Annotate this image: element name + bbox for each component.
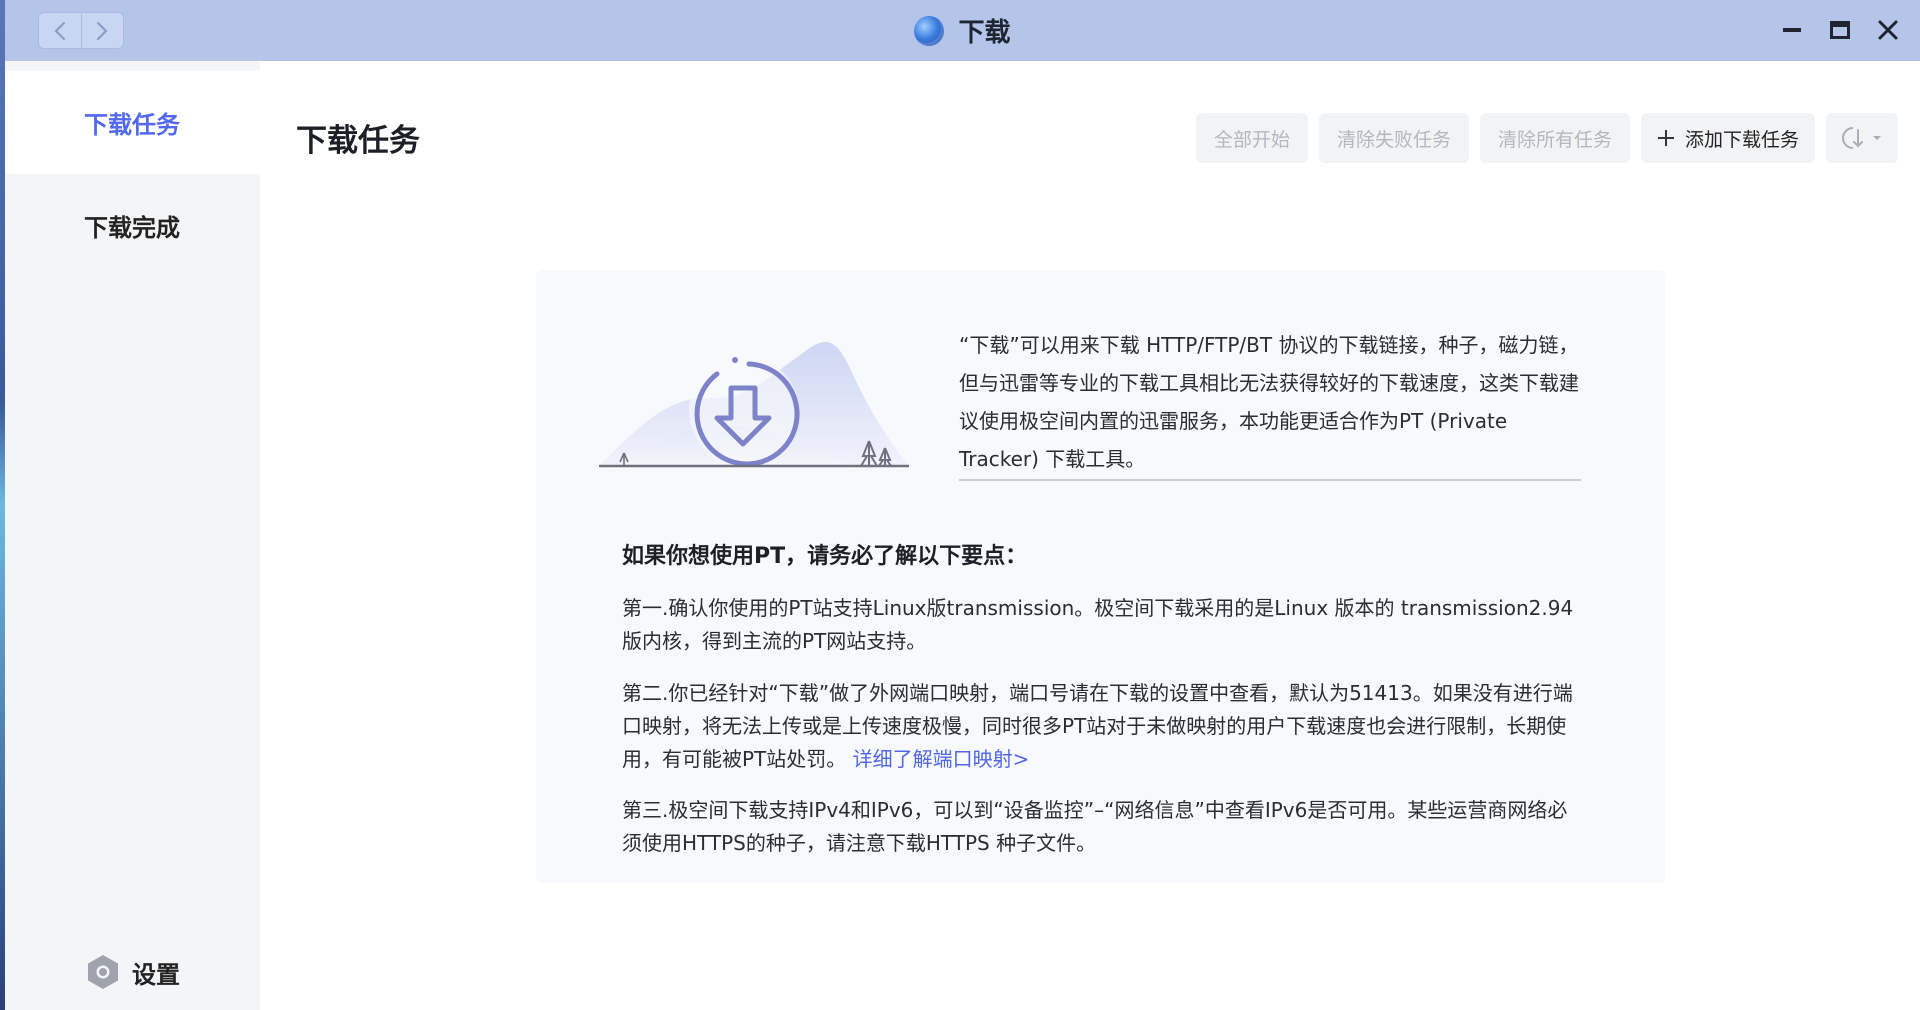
minimize-icon bbox=[1783, 28, 1801, 32]
chevron-right-icon bbox=[97, 21, 109, 40]
start-all-button[interactable]: 全部开始 bbox=[1195, 113, 1308, 163]
clear-all-button[interactable]: 清除所有任务 bbox=[1479, 113, 1630, 163]
sidebar-item-label: 下载完成 bbox=[84, 214, 180, 242]
start-all-label: 全部开始 bbox=[1213, 128, 1290, 151]
sort-dropdown-button[interactable] bbox=[1826, 113, 1898, 163]
tips-heading: 如果你想使用PT，请务必了解以下要点： bbox=[622, 544, 1028, 569]
add-task-label: 添加下载任务 bbox=[1684, 128, 1799, 151]
port-mapping-link[interactable]: 详细了解端口映射> bbox=[853, 747, 1030, 771]
sort-icon bbox=[1842, 127, 1863, 149]
maximize-icon bbox=[1830, 21, 1850, 39]
settings-label: 设置 bbox=[132, 960, 180, 989]
gear-icon bbox=[88, 955, 118, 989]
clear-all-label: 清除所有任务 bbox=[1497, 128, 1612, 151]
caret-down-icon bbox=[1873, 136, 1881, 140]
close-icon bbox=[1878, 20, 1898, 40]
download-illustration bbox=[599, 342, 909, 468]
page-title: 下载任务 bbox=[296, 123, 420, 159]
download-app-icon bbox=[914, 15, 945, 46]
pt-info-card: “下载”可以用来下载 HTTP/FTP/BT 协议的下载链接，种子，磁力链，但与… bbox=[536, 270, 1665, 883]
add-task-button[interactable]: 添加下载任务 bbox=[1640, 113, 1815, 163]
sidebar: 下载任务 下载完成 设置 bbox=[5, 61, 260, 1010]
minimize-button[interactable] bbox=[1772, 10, 1812, 50]
sidebar-item-label: 下载任务 bbox=[84, 111, 180, 139]
tip-3: 第三.极空间下载支持IPv4和IPv6，可以到“设备监控”–“网络信息”中查看I… bbox=[622, 794, 1582, 860]
plus-icon bbox=[1657, 130, 1674, 146]
back-button[interactable] bbox=[39, 13, 81, 48]
sidebar-item-download-tasks[interactable]: 下载任务 bbox=[5, 71, 260, 174]
tip-1-text: 第一.确认你使用的PT站支持Linux版transmission。极空间下载采用… bbox=[622, 596, 1574, 653]
close-button[interactable] bbox=[1868, 10, 1908, 50]
window-title-group: 下载 bbox=[914, 12, 1011, 49]
intro-text: “下载”可以用来下载 HTTP/FTP/BT 协议的下载链接，种子，磁力链，但与… bbox=[959, 333, 1579, 471]
tip-2: 第二.你已经针对“下载”做了外网端口映射，端口号请在下载的设置中查看，默认为51… bbox=[622, 677, 1582, 776]
clear-failed-button[interactable]: 清除失败任务 bbox=[1318, 113, 1469, 163]
window-title: 下载 bbox=[958, 18, 1011, 48]
divider bbox=[959, 479, 1581, 481]
main-content: 下载任务 全部开始 清除失败任务 清除所有任务 添加下载任务 “下载”可以用来下… bbox=[260, 61, 1920, 1010]
task-toolbar: 全部开始 清除失败任务 清除所有任务 添加下载任务 bbox=[1195, 113, 1898, 163]
clear-failed-label: 清除失败任务 bbox=[1336, 128, 1451, 151]
title-bar: 下载 bbox=[5, 0, 1920, 61]
history-nav bbox=[38, 12, 124, 49]
tip-1: 第一.确认你使用的PT站支持Linux版transmission。极空间下载采用… bbox=[622, 592, 1582, 658]
settings-button[interactable]: 设置 bbox=[86, 954, 180, 990]
tip-3-text: 第三.极空间下载支持IPv4和IPv6，可以到“设备监控”–“网络信息”中查看I… bbox=[622, 798, 1568, 855]
forward-button[interactable] bbox=[80, 13, 123, 48]
download-app-window: 下载 下载任务 下载完成 设置 下载任务 全部开始 清除失败任务 清除所有任务 … bbox=[5, 0, 1920, 1010]
tip-2-text: 第二.你已经针对“下载”做了外网端口映射，端口号请在下载的设置中查看，默认为51… bbox=[622, 681, 1573, 771]
window-controls bbox=[1772, 10, 1908, 50]
sidebar-item-download-completed[interactable]: 下载完成 bbox=[5, 174, 260, 277]
maximize-button[interactable] bbox=[1820, 10, 1860, 50]
chevron-left-icon bbox=[54, 21, 66, 40]
